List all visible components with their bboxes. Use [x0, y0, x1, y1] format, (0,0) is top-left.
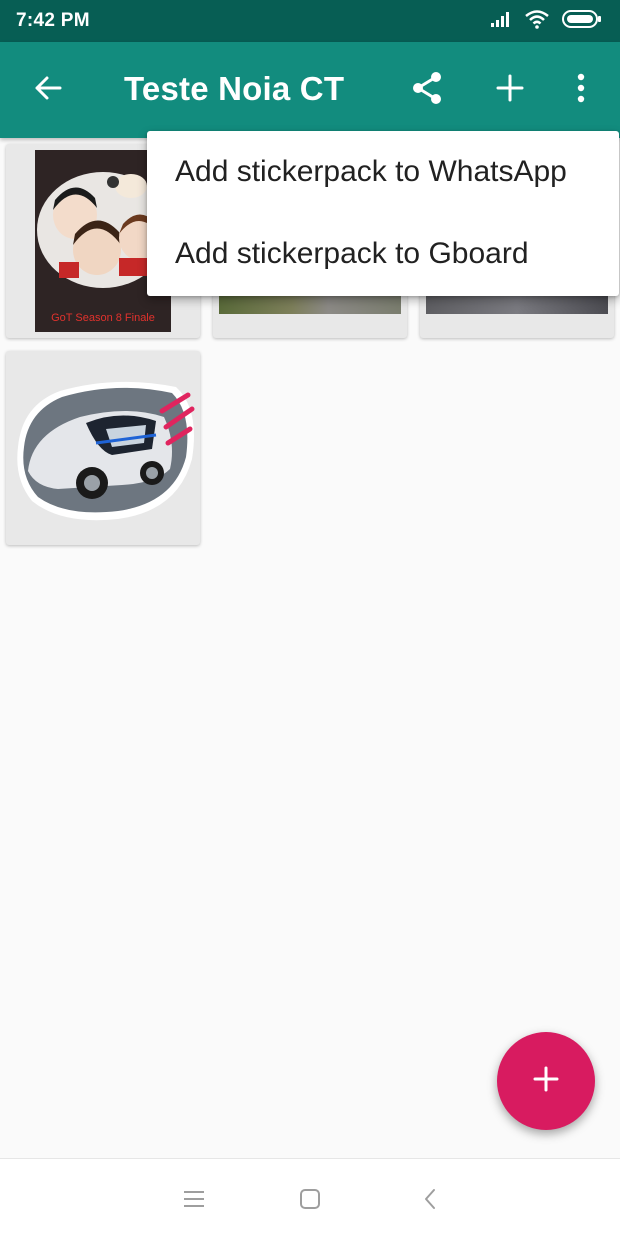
home-square-icon	[298, 1187, 322, 1216]
screen: 7:42 PM Teste Noia CT GoT Season 8 Final…	[0, 0, 620, 1240]
add-sticker-button[interactable]	[486, 66, 534, 114]
nav-menu-button[interactable]	[172, 1179, 216, 1223]
signal-icon	[490, 10, 512, 33]
plus-icon	[496, 74, 524, 107]
menu-icon	[182, 1189, 206, 1214]
share-button[interactable]	[403, 66, 451, 114]
page-title: Teste Noia CT	[124, 70, 345, 107]
sticker-caption: GoT Season 8 Finale	[51, 312, 155, 324]
status-bar: 7:42 PM	[0, 0, 620, 42]
menu-item-add-to-whatsapp[interactable]: Add stickerpack to WhatsApp	[147, 131, 619, 213]
back-button[interactable]	[24, 66, 72, 114]
share-icon	[409, 70, 445, 111]
menu-item-add-to-gboard[interactable]: Add stickerpack to Gboard	[147, 213, 619, 295]
battery-icon	[562, 9, 602, 34]
plus-icon	[533, 1066, 559, 1097]
nav-home-button[interactable]	[288, 1179, 332, 1223]
sticker-tile[interactable]	[6, 351, 200, 545]
overflow-menu: Add stickerpack to WhatsApp Add stickerp…	[147, 131, 619, 296]
sticker-image	[426, 294, 608, 314]
fab-add-button[interactable]	[497, 1032, 595, 1130]
back-arrow-icon	[33, 73, 63, 108]
more-options-button[interactable]	[557, 66, 605, 114]
wifi-icon	[524, 9, 550, 34]
status-time: 7:42 PM	[16, 10, 90, 31]
nav-back-button[interactable]	[408, 1179, 452, 1223]
more-vert-icon	[576, 73, 586, 108]
app-bar: Teste Noia CT	[0, 42, 620, 138]
sticker-image	[219, 294, 401, 314]
car-sticker-image	[17, 381, 195, 521]
status-icons	[490, 9, 602, 34]
navigation-bar	[0, 1158, 620, 1240]
back-chevron-icon	[421, 1187, 439, 1216]
